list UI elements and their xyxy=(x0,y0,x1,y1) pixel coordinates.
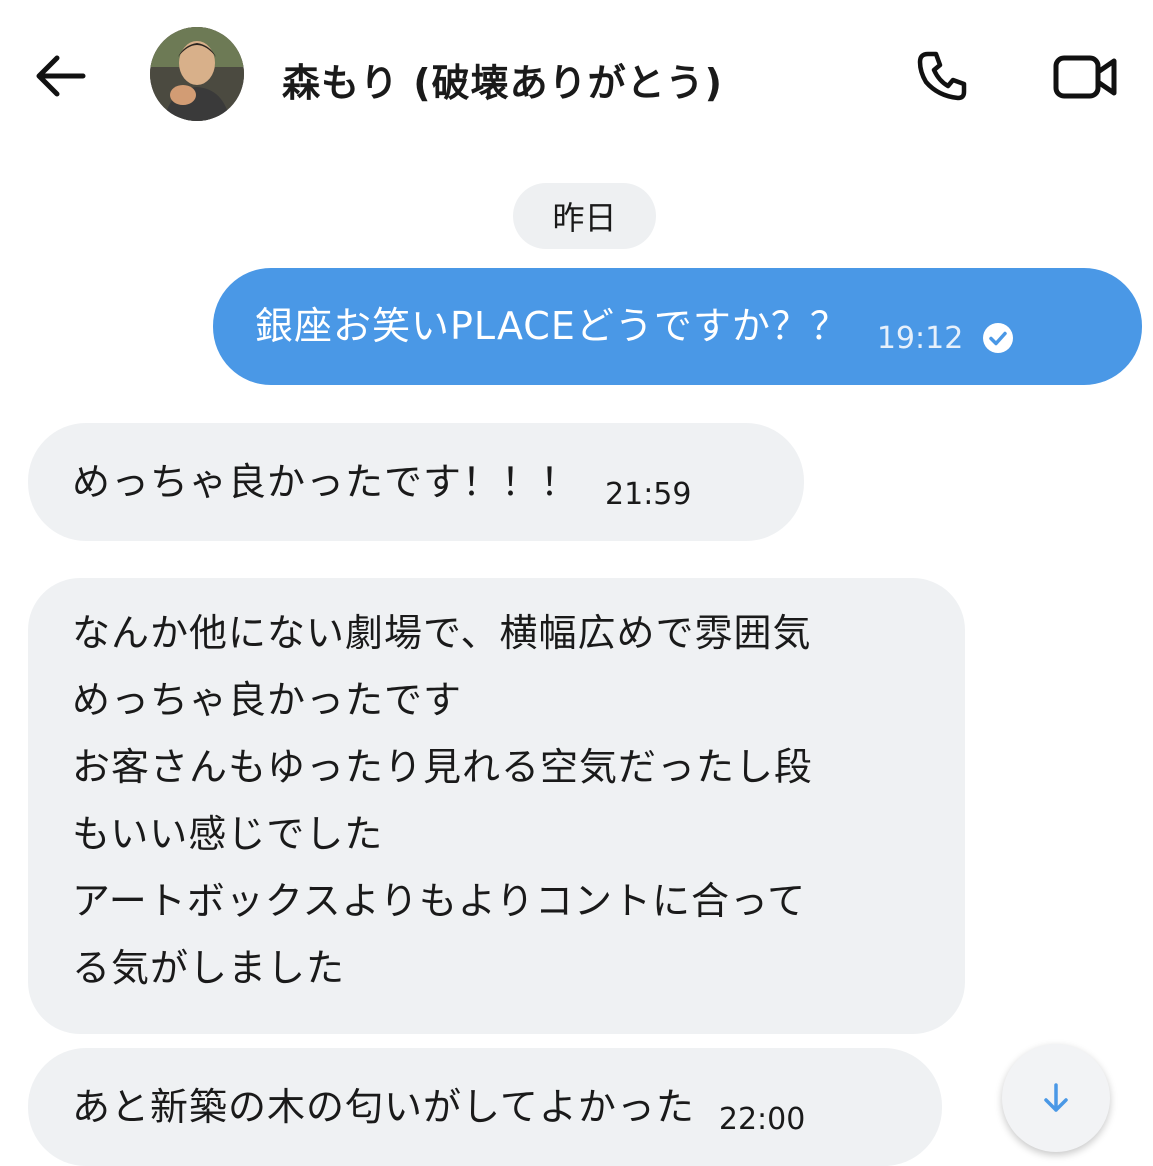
message-time: 19:12 xyxy=(876,321,964,356)
read-check-icon xyxy=(981,321,1015,355)
message-text: あと新築の木の匂いがしてよかった xyxy=(72,1084,695,1129)
video-call-button[interactable] xyxy=(1050,48,1120,106)
message-bubble-incoming[interactable]: あと新築の木の匂いがしてよかった 22:00 xyxy=(28,1048,942,1166)
arrow-down-icon xyxy=(1044,1083,1068,1112)
message-line: お客さんもゆったり見れる空気だったし段 xyxy=(72,745,814,789)
phone-icon xyxy=(917,51,967,101)
call-button[interactable] xyxy=(912,46,972,106)
chat-header: 森もり (破壊ありがとう) xyxy=(0,0,1153,150)
message-text: 銀座お笑いPLACEどうですか？？ xyxy=(255,304,849,348)
message-line: る気がしました xyxy=(72,946,346,990)
message-line: めっちゃ良かったです xyxy=(72,678,463,722)
arrow-left-icon xyxy=(36,55,86,97)
avatar[interactable] xyxy=(150,27,244,121)
message-line: アートボックスよりもよりコントに合って xyxy=(72,879,807,923)
message-time: 22:00 xyxy=(718,1101,806,1137)
back-button[interactable] xyxy=(30,48,90,104)
message-line: なんか他にない劇場で、横幅広めで雰囲気 xyxy=(72,611,812,655)
message-bubble-outgoing[interactable]: 銀座お笑いPLACEどうですか？？ 19:12 xyxy=(213,268,1142,385)
avatar-photo xyxy=(150,27,244,121)
message-line: もいい感じでした xyxy=(72,812,384,856)
message-bubble-incoming[interactable]: めっちゃ良かったです！！！ 21:59 xyxy=(28,423,804,541)
scroll-to-bottom-button[interactable] xyxy=(1002,1044,1110,1152)
message-time: 21:59 xyxy=(605,476,692,512)
message-text: めっちゃ良かったです！！！ xyxy=(72,459,580,504)
message-bubble-incoming[interactable]: なんか他にない劇場で、横幅広めで雰囲気 めっちゃ良かったです お客さんもゆったり… xyxy=(28,578,965,1034)
video-camera-icon xyxy=(1053,55,1117,99)
contact-name[interactable]: 森もり (破壊ありがとう) xyxy=(282,52,723,107)
date-divider: 昨日 xyxy=(513,183,656,249)
